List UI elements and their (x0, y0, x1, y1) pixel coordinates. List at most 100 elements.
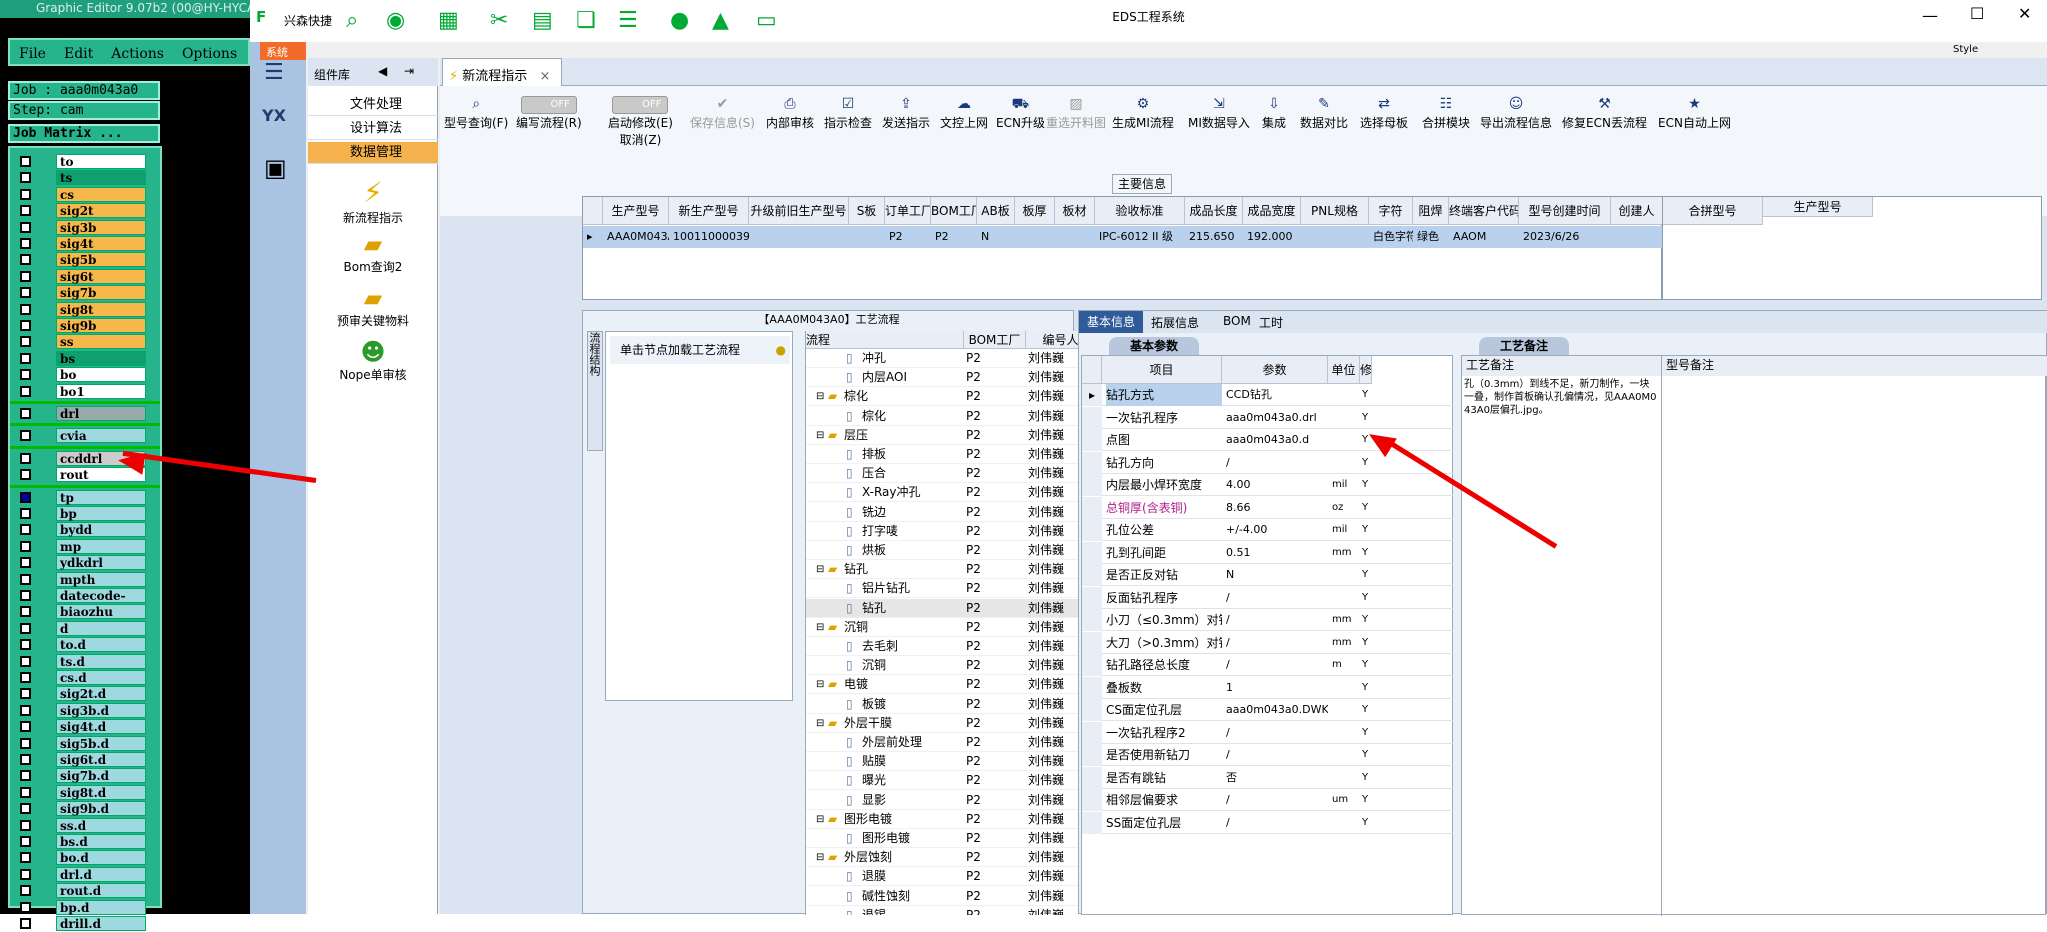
start-edit-toggle[interactable]: OFF 启动修改(E) 取消(Z) (608, 96, 673, 148)
layer-row[interactable]: d (16, 620, 146, 636)
close-tab-icon[interactable]: × (539, 69, 550, 84)
layer-row[interactable]: bo1 (16, 383, 146, 399)
main-table-cell[interactable] (1611, 226, 1663, 248)
collapse-icon[interactable]: ⊟ (816, 618, 824, 637)
layer-name[interactable]: rout.d (56, 883, 146, 899)
main-table-cell[interactable]: P2 (885, 226, 931, 248)
main-table-header[interactable]: 生产型号 (603, 197, 669, 225)
layer-row[interactable]: to.d (16, 637, 146, 653)
layer-row[interactable]: sig4t (16, 236, 146, 251)
layer-row[interactable]: bo (16, 367, 146, 383)
edit-flow-toggle[interactable]: OFF 编写流程(R) (516, 96, 582, 131)
layer-name[interactable]: sig6t.d (56, 752, 146, 767)
layer-checkbox[interactable] (20, 352, 31, 364)
layer-name[interactable]: biaozhu (56, 604, 146, 620)
layer-checkbox[interactable] (20, 770, 31, 782)
layer-checkbox[interactable] (20, 852, 31, 864)
param-row[interactable]: SS面定位孔层 / Y (1082, 811, 1454, 834)
param-value[interactable]: 否 (1226, 767, 1328, 789)
layer-name[interactable]: to (56, 154, 146, 169)
layer-name[interactable]: sig6t (56, 268, 146, 284)
layer-name[interactable]: bp (56, 506, 146, 521)
main-table-cell[interactable]: AAOM (1449, 226, 1519, 248)
main-table-header[interactable]: 型号创建时间 (1519, 197, 1611, 225)
menu-edit[interactable]: Edit (64, 46, 93, 62)
main-table-cell[interactable]: 白色字符 (1369, 226, 1413, 248)
layer-name[interactable]: cs (56, 186, 146, 202)
layer-name[interactable]: sig5b (56, 252, 146, 268)
layer-checkbox[interactable] (20, 508, 31, 519)
param-row[interactable]: 孔到孔间距 0.51 mm Y (1082, 541, 1454, 564)
main-table-header[interactable]: 板厚 (1015, 197, 1055, 225)
layer-row[interactable]: drill.d (16, 916, 146, 931)
ecn-auto-online-button[interactable]: ★ ECN自动上网 (1658, 96, 1731, 131)
layer-row[interactable]: cvia (16, 428, 146, 444)
param-value[interactable]: aaa0m043a0.DWK (1226, 699, 1328, 721)
job-matrix-button[interactable]: Job Matrix ... (8, 124, 160, 143)
layer-checkbox[interactable] (20, 469, 31, 481)
main-table-header[interactable]: 创建人 (1611, 197, 1663, 225)
layer-name[interactable]: bydd (56, 522, 146, 538)
layer-name[interactable]: ts (56, 170, 146, 186)
layer-row[interactable]: rout.d (16, 883, 146, 899)
layer-row[interactable]: drl (16, 406, 146, 421)
layer-name[interactable]: bs (56, 350, 146, 366)
main-table-header[interactable]: 验收标准 (1095, 197, 1185, 225)
layer-checkbox[interactable] (20, 803, 31, 815)
layer-checkbox[interactable] (20, 452, 31, 464)
collapse-icon[interactable]: ⊟ (816, 387, 824, 406)
layer-name[interactable]: bs.d (56, 834, 146, 849)
main-table-header[interactable]: S板 (849, 197, 885, 225)
layer-checkbox[interactable] (20, 573, 31, 585)
param-row[interactable]: 一次钻孔程序 aaa0m043a0.drl Y (1082, 406, 1454, 429)
param-row[interactable]: 总铜厚(含表铜) 8.66 oz Y (1082, 496, 1454, 519)
hamburger-menu-icon[interactable]: ☰ (264, 60, 284, 85)
layer-row[interactable]: sig4t.d (16, 719, 146, 735)
layer-row[interactable]: bo.d (16, 850, 146, 866)
layer-row[interactable]: sig9b (16, 318, 146, 333)
layer-row[interactable]: datecode-pbe (16, 588, 146, 618)
internal-review-button[interactable]: ⎙ 内部审核 (766, 96, 814, 131)
layer-checkbox[interactable] (20, 606, 31, 618)
main-table-cell[interactable] (1301, 226, 1369, 248)
param-row[interactable]: 钻孔方向 / Y (1082, 451, 1454, 474)
main-table-header[interactable]: 成品长度 (1185, 197, 1243, 225)
layer-row[interactable]: bp.d (16, 899, 146, 915)
layer-row[interactable]: cs (16, 186, 146, 202)
new-process-item[interactable]: ⚡ 新流程指示 (328, 176, 418, 226)
layer-row[interactable]: sig6t.d (16, 752, 146, 767)
layer-name[interactable]: ss (56, 334, 146, 350)
tab-basic-params[interactable]: 基本参数 (1109, 337, 1199, 355)
layer-checkbox[interactable] (20, 491, 31, 503)
export-flow-button[interactable]: ☺ 导出流程信息 (1480, 96, 1552, 131)
param-row[interactable]: 内层最小焊环宽度 4.00 mil Y (1082, 474, 1454, 496)
param-value[interactable]: 8.66 (1226, 497, 1328, 519)
load-flow-button[interactable]: 单击节点加载工艺流程 ● (610, 336, 790, 364)
main-table-header[interactable]: BOM工厂 (931, 197, 977, 225)
param-value[interactable]: / (1226, 812, 1328, 834)
layer-checkbox[interactable] (20, 540, 31, 552)
close-button[interactable]: ✕ (2018, 4, 2031, 23)
save-info-button[interactable]: ✔ 保存信息(S) (690, 96, 755, 131)
select-mother-button[interactable]: ⇄ 选择母板 (1360, 96, 1408, 131)
layer-checkbox[interactable] (20, 188, 31, 200)
params-header[interactable]: 修 (1360, 356, 1372, 384)
main-table-header[interactable]: AB板 (977, 197, 1015, 225)
library-item-file[interactable]: 文件处理 (308, 94, 438, 116)
collapse-icon[interactable]: ⊟ (816, 560, 824, 579)
mi-import-button[interactable]: ⇲ MI数据导入 (1188, 96, 1250, 131)
back-arrow-icon[interactable]: ◀ (378, 64, 387, 78)
menu-options[interactable]: Options (182, 46, 237, 62)
layer-name[interactable]: sig7b (56, 285, 146, 301)
layer-row[interactable]: cs.d (16, 670, 146, 685)
collapse-icon[interactable]: ⊟ (816, 848, 824, 867)
ecn-upgrade-button[interactable]: ⛟ ECN升级 (996, 96, 1045, 131)
collapse-icon[interactable]: ⊟ (816, 675, 824, 694)
param-row[interactable]: 一次钻孔程序2 / Y (1082, 721, 1454, 744)
param-row[interactable]: 孔位公差 +/-4.00 mil Y (1082, 519, 1454, 541)
layer-checkbox[interactable] (20, 320, 31, 331)
param-row[interactable]: 小刀（≤0.3mm）对钻深度 / mm Y (1082, 609, 1454, 631)
main-table-header[interactable]: 订单工厂 (885, 197, 931, 225)
layer-checkbox[interactable] (20, 287, 31, 299)
layer-name[interactable]: bp.d (56, 899, 146, 915)
